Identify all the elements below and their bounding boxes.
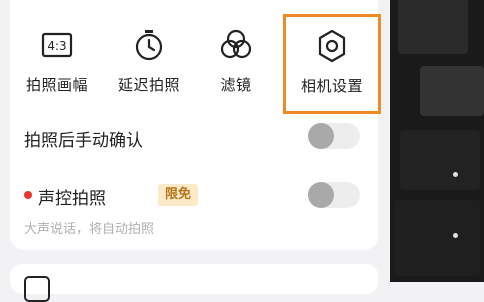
new-feature-dot <box>24 191 32 199</box>
camera-settings-label: 相机设置 <box>300 77 363 95</box>
filter-button[interactable]: 滤镜 <box>193 18 279 102</box>
preview-shape <box>398 0 468 54</box>
focus-dot <box>453 233 458 238</box>
limited-free-badge: 限免 <box>158 184 199 206</box>
voice-shutter-toggle[interactable] <box>308 182 360 208</box>
delayed-shot-label: 延迟拍照 <box>117 76 180 94</box>
filter-icon <box>220 29 252 59</box>
aspect-ratio-button[interactable]: 4:3 拍照画幅 <box>14 18 100 102</box>
toggle-knob <box>308 182 334 208</box>
manual-confirm-toggle[interactable] <box>308 123 360 149</box>
timer-icon <box>135 30 163 61</box>
voice-shutter-hint: 大声说话，将自动拍照 <box>24 222 155 237</box>
aspect-ratio-icon: 4:3 <box>41 32 73 58</box>
delayed-shot-button[interactable]: 延迟拍照 <box>106 18 192 102</box>
focus-dot <box>453 172 458 177</box>
svg-text:4:3: 4:3 <box>47 39 66 53</box>
next-settings-card <box>10 264 378 302</box>
voice-shutter-label: 声控拍照 <box>38 189 106 209</box>
preview-shape <box>400 130 480 190</box>
quick-settings-row: 4:3 拍照画幅 延迟拍照 滤镜 相机设置 <box>10 0 381 114</box>
card-icon <box>24 276 50 302</box>
preview-shape <box>394 200 480 276</box>
settings-panel: 4:3 拍照画幅 延迟拍照 滤镜 相机设置 拍照后手动确认 声控拍照 限免 大声… <box>10 0 381 250</box>
aspect-ratio-label: 拍照画幅 <box>25 76 88 94</box>
manual-confirm-label: 拍照后手动确认 <box>24 131 143 151</box>
camera-preview[interactable] <box>390 0 484 282</box>
toggle-knob <box>308 123 334 149</box>
camera-settings-button[interactable]: 相机设置 <box>283 14 381 114</box>
filter-label: 滤镜 <box>220 76 252 94</box>
preview-shape <box>420 66 484 116</box>
gear-icon <box>318 29 346 63</box>
